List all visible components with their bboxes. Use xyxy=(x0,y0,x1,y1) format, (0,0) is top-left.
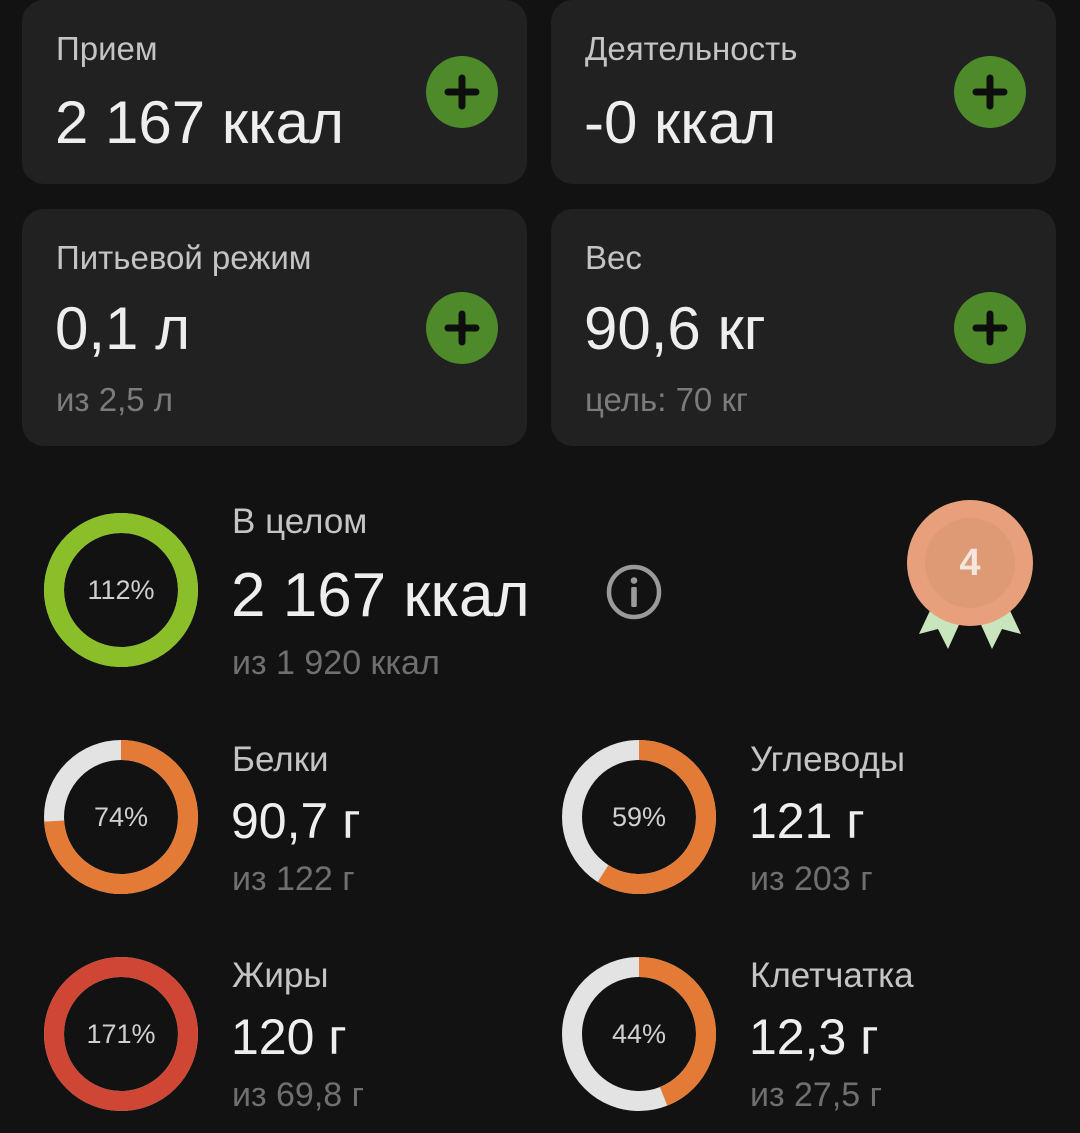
add-water-button[interactable] xyxy=(426,292,498,364)
info-icon[interactable] xyxy=(605,563,663,621)
intake-card[interactable]: Прием 2 167 ккал xyxy=(22,0,527,184)
intake-label: Прием xyxy=(56,30,158,67)
protein-ring[interactable]: 74% xyxy=(43,739,199,895)
fat-ring[interactable]: 171% xyxy=(43,956,199,1112)
add-activity-button[interactable] xyxy=(954,56,1026,128)
protein-value: 90,7 г xyxy=(231,793,361,849)
protein-goal: из 122 г xyxy=(232,860,355,898)
medal-icon[interactable]: 4 xyxy=(905,498,1035,658)
medal-number: 4 xyxy=(959,541,981,584)
fiber-value: 12,3 г xyxy=(749,1009,879,1065)
carbs-value: 121 г xyxy=(749,793,865,849)
ring-percent: 74% xyxy=(93,801,149,832)
weight-label: Вес xyxy=(585,239,642,276)
fat-label: Жиры xyxy=(232,956,329,995)
plus-icon xyxy=(444,74,480,110)
fiber-label: Клетчатка xyxy=(750,956,914,995)
carbs-goal: из 203 г xyxy=(750,860,873,898)
activity-label: Деятельность xyxy=(585,30,798,67)
carbs-label: Углеводы xyxy=(750,740,906,779)
ring-percent: 59% xyxy=(611,801,667,832)
total-calories-ring[interactable]: 112% xyxy=(43,512,199,668)
plus-icon xyxy=(972,74,1008,110)
water-label: Питьевой режим xyxy=(56,239,312,276)
summary-label: В целом xyxy=(232,502,368,541)
plus-icon xyxy=(972,310,1008,346)
protein-label: Белки xyxy=(232,740,329,779)
weight-card[interactable]: Вес 90,6 кг цель: 70 кг xyxy=(551,209,1056,446)
summary-value: 2 167 ккал xyxy=(231,561,530,630)
intake-value: 2 167 ккал xyxy=(55,89,345,156)
ring-percent: 112% xyxy=(87,574,155,605)
weight-value: 90,6 кг xyxy=(584,295,766,362)
weight-goal: цель: 70 кг xyxy=(585,381,748,418)
carbs-ring[interactable]: 59% xyxy=(561,739,717,895)
summary-goal: из 1 920 ккал xyxy=(232,644,440,682)
plus-icon xyxy=(444,310,480,346)
activity-card[interactable]: Деятельность -0 ккал xyxy=(551,0,1056,184)
fiber-ring[interactable]: 44% xyxy=(561,956,717,1112)
add-intake-button[interactable] xyxy=(426,56,498,128)
water-value: 0,1 л xyxy=(55,295,191,362)
ring-percent: 44% xyxy=(611,1018,667,1049)
fat-goal: из 69,8 г xyxy=(232,1076,365,1114)
ring-percent: 171% xyxy=(86,1018,156,1049)
fat-value: 120 г xyxy=(231,1009,347,1065)
water-card[interactable]: Питьевой режим 0,1 л из 2,5 л xyxy=(22,209,527,446)
water-goal: из 2,5 л xyxy=(56,381,174,418)
activity-value: -0 ккал xyxy=(584,89,777,156)
add-weight-button[interactable] xyxy=(954,292,1026,364)
fiber-goal: из 27,5 г xyxy=(750,1076,883,1114)
